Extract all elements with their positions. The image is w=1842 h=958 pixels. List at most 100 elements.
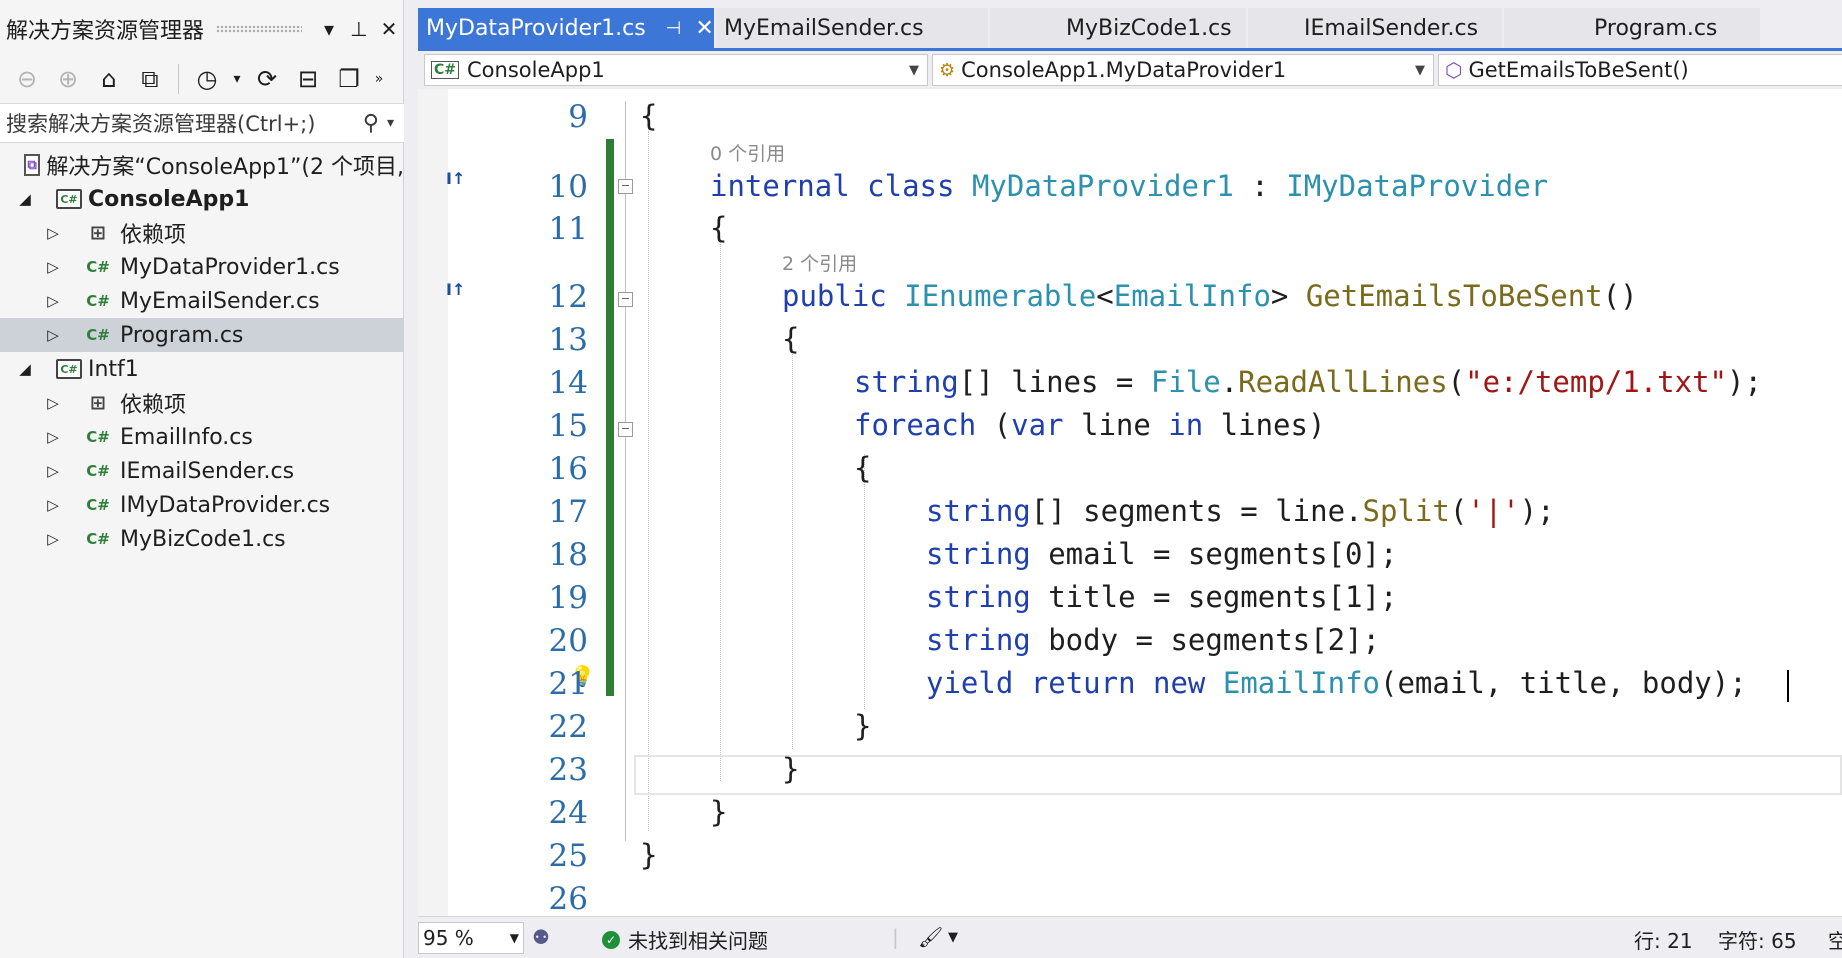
chevron-down-icon[interactable]: ▼ — [1415, 63, 1425, 78]
tree-item-file[interactable]: ▷ C# EmailInfo.cs — [0, 420, 404, 454]
tree-item-dependencies[interactable]: ▷ ⊞ 依赖项 — [0, 216, 404, 250]
csharp-file-icon: C# — [86, 258, 110, 276]
tree-item-label: IMyDataProvider.cs — [120, 492, 331, 518]
whitespace-indicator[interactable]: 空 — [1828, 925, 1842, 954]
implementation-glyph-icon[interactable]: I↑ — [446, 280, 465, 299]
collapse-all-icon[interactable]: ⊟ — [289, 60, 327, 98]
back-icon[interactable]: ⊖ — [8, 60, 46, 98]
csharp-file-icon: C# — [86, 292, 110, 310]
dependencies-icon: ⊞ — [90, 392, 106, 414]
search-icon[interactable]: ⚲ — [363, 111, 379, 136]
tree-item-file[interactable]: ▷ C# MyBizCode1.cs — [0, 522, 404, 556]
forward-icon[interactable]: ⊕ — [49, 60, 87, 98]
collapsed-arrow-icon[interactable]: ▷ — [42, 496, 64, 514]
csharp-file-icon: C# — [86, 530, 110, 548]
column-indicator[interactable]: 字符: 65 — [1718, 925, 1797, 954]
collapsed-arrow-icon[interactable]: ▷ — [42, 326, 64, 344]
codelens-references[interactable]: 2 个引用 — [782, 249, 857, 276]
codelens-references[interactable]: 0 个引用 — [710, 139, 785, 166]
solution-icon: ⧉ — [24, 154, 41, 176]
tab-mydataprovider1[interactable]: MyDataProvider1.cs ⊣ ✕ — [418, 8, 714, 48]
code-editor[interactable]: I↑ I↑ 💡 9 10 11 12 13 14 15 16 17 18 19 … — [418, 89, 1842, 916]
code-line-20: string body = segments[2]; — [926, 623, 1380, 657]
collapse-region-icon[interactable]: − — [618, 179, 633, 194]
close-icon[interactable]: ✕ — [374, 14, 404, 44]
pin-icon[interactable]: ⊥ — [344, 14, 374, 44]
code-line-24: } — [710, 795, 728, 829]
tree-item-dependencies[interactable]: ▷ ⊞ 依赖项 — [0, 386, 404, 420]
expanded-arrow-icon[interactable]: ◢ — [14, 190, 36, 208]
project-dropdown-value: ConsoleApp1 — [467, 58, 605, 82]
tree-item-file[interactable]: ▷ C# MyEmailSender.cs — [0, 284, 404, 318]
glyph-margin — [418, 89, 448, 916]
tree-item-project-consoleapp1[interactable]: ◢ C# ConsoleApp1 — [0, 182, 404, 216]
close-tab-icon[interactable]: ✕ — [695, 16, 713, 41]
tree-item-solution[interactable]: ⧉ 解决方案“ConsoleApp1”(2 个项目, — [0, 148, 404, 182]
pending-changes-filter-icon[interactable]: ◷ — [188, 60, 226, 98]
tab-program[interactable]: Program.cs — [1504, 8, 1760, 48]
code-line-25: } — [640, 838, 658, 872]
tree-item-project-intf1[interactable]: ◢ C# Intf1 — [0, 352, 404, 386]
issues-indicator[interactable]: ✓ 未找到相关问题 — [602, 925, 768, 954]
collapsed-arrow-icon[interactable]: ▷ — [42, 292, 64, 310]
search-options-chevron-icon[interactable]: ▾ — [387, 115, 394, 131]
tree-item-file-selected[interactable]: ▷ C# Program.cs — [0, 318, 404, 352]
chevron-down-icon[interactable]: ▼ — [510, 931, 519, 945]
solution-explorer-search[interactable]: 搜索解决方案资源管理器(Ctrl+;) ⚲ ▾ — [0, 103, 404, 143]
collapsed-arrow-icon[interactable]: ▷ — [42, 394, 64, 412]
collapse-region-icon[interactable]: − — [618, 292, 633, 307]
line-number: 11 — [548, 211, 588, 247]
code-line-21: yield return new EmailInfo(email, title,… — [926, 666, 1747, 700]
line-number: 9 — [568, 99, 588, 135]
line-number: 15 — [548, 408, 588, 444]
sync-refresh-icon[interactable]: ⟳ — [248, 60, 286, 98]
cleanup-chevron-down-icon[interactable]: ▼ — [948, 930, 958, 945]
collapsed-arrow-icon[interactable]: ▷ — [42, 462, 64, 480]
tree-item-file[interactable]: ▷ C# IMyDataProvider.cs — [0, 488, 404, 522]
csharp-file-icon: C# — [86, 326, 110, 344]
collapsed-arrow-icon[interactable]: ▷ — [42, 530, 64, 548]
member-dropdown[interactable]: ⬡ GetEmailsToBeSent() — [1438, 54, 1842, 86]
code-cleanup-brush-icon[interactable]: 🖌 — [918, 925, 943, 949]
collapsed-arrow-icon[interactable]: ▷ — [42, 224, 64, 242]
window-menu-chevron-down-icon[interactable]: ▾ — [314, 14, 344, 44]
chevron-down-icon[interactable]: ▼ — [909, 63, 919, 78]
line-number: 20 — [548, 623, 588, 659]
tab-myemailsender[interactable]: MyEmailSender.cs — [716, 8, 988, 48]
tab-mybizcode1[interactable]: MyBizCode1.cs — [990, 8, 1246, 48]
indent-guide — [864, 454, 865, 709]
line-number: 10 — [548, 169, 588, 205]
collapse-region-icon[interactable]: − — [618, 422, 633, 437]
copilot-icon[interactable]: ⚉ — [532, 925, 550, 949]
tree-item-label: ConsoleApp1 — [88, 186, 250, 212]
line-number: 24 — [548, 795, 588, 831]
line-number: 17 — [548, 494, 588, 530]
project-dropdown[interactable]: C# ConsoleApp1 ▼ — [424, 54, 928, 86]
zoom-dropdown[interactable]: 95 % ▼ — [418, 922, 524, 954]
collapsed-arrow-icon[interactable]: ▷ — [42, 258, 64, 276]
filter-dropdown-chevron-icon[interactable]: ▾ — [229, 60, 245, 98]
line-number: 26 — [548, 881, 588, 916]
pin-tab-icon[interactable]: ⊣ — [666, 18, 682, 39]
type-dropdown[interactable]: ⚙ ConsoleApp1.MyDataProvider1 ▼ — [932, 54, 1434, 86]
csharp-project-icon: C# — [431, 61, 460, 79]
expanded-arrow-icon[interactable]: ◢ — [14, 360, 36, 378]
switch-views-icon[interactable]: ⧉ — [131, 60, 169, 98]
tree-item-label: Program.cs — [120, 322, 244, 348]
csharp-file-icon: C# — [86, 428, 110, 446]
show-all-files-icon[interactable]: ❐ — [330, 60, 368, 98]
search-input[interactable]: 搜索解决方案资源管理器(Ctrl+;) — [6, 108, 363, 138]
implementation-glyph-icon[interactable]: I↑ — [446, 169, 465, 188]
code-line-15: foreach (var line in lines) — [854, 408, 1326, 442]
toolbar-overflow-icon[interactable]: » — [371, 60, 387, 98]
tab-iemailsender[interactable]: IEmailSender.cs — [1248, 8, 1502, 48]
home-icon[interactable]: ⌂ — [90, 60, 128, 98]
collapsed-arrow-icon[interactable]: ▷ — [42, 428, 64, 446]
title-grip[interactable] — [216, 25, 302, 33]
editor-status-bar: 95 % ▼ ⚉ ✓ 未找到相关问题 | 🖌 ▼ 行: 21 字符: 65 空 — [418, 916, 1842, 958]
tree-item-file[interactable]: ▷ C# IEmailSender.cs — [0, 454, 404, 488]
tree-item-file[interactable]: ▷ C# MyDataProvider1.cs — [0, 250, 404, 284]
solution-explorer-title-bar: 解决方案资源管理器 ▾ ⊥ ✕ — [0, 0, 404, 58]
line-indicator[interactable]: 行: 21 — [1634, 925, 1693, 954]
code-line-22: } — [854, 709, 872, 743]
